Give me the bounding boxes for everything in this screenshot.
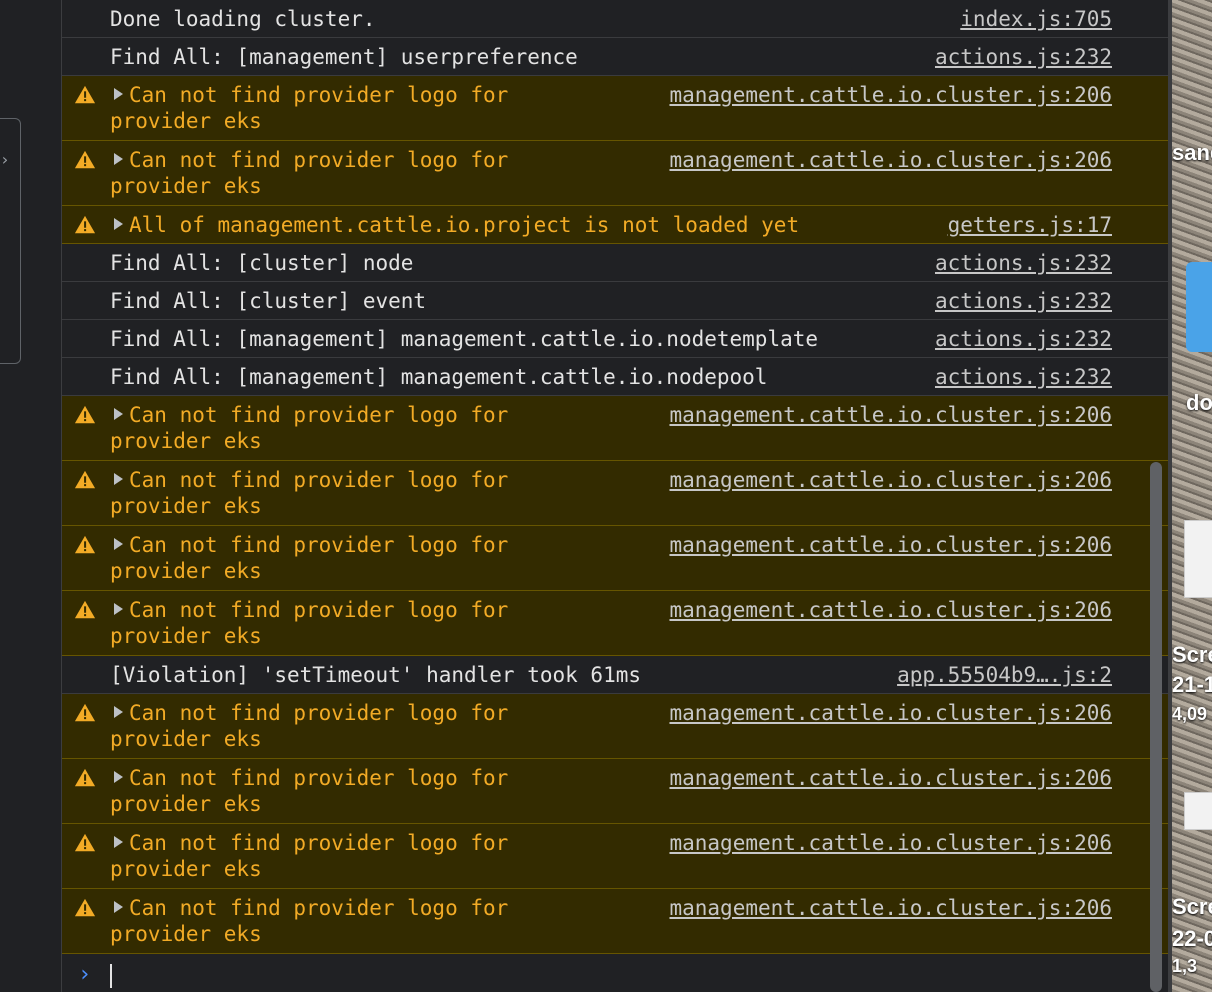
expand-triangle-icon[interactable] bbox=[114, 218, 123, 230]
scrollbar-thumb[interactable] bbox=[1150, 462, 1162, 992]
prompt-chevron-icon: › bbox=[78, 962, 92, 987]
expand-triangle-icon[interactable] bbox=[114, 706, 123, 718]
warning-icon bbox=[74, 897, 96, 919]
console-violation-row: [Violation] 'setTimeout' handler took 61… bbox=[62, 656, 1168, 694]
source-link[interactable]: management.cattle.io.cluster.js:206 bbox=[669, 467, 1112, 493]
console-log-row: Find All: [cluster] event actions.js:232 bbox=[62, 282, 1168, 320]
source-link[interactable]: management.cattle.io.cluster.js:206 bbox=[669, 895, 1112, 921]
expand-triangle-icon[interactable] bbox=[114, 473, 123, 485]
message-line: provider eks bbox=[110, 174, 262, 198]
message-line: Can not find provider logo for bbox=[129, 148, 509, 172]
message-line: provider eks bbox=[110, 494, 262, 518]
message-line: Can not find provider logo for bbox=[129, 468, 509, 492]
warning-icon bbox=[74, 84, 96, 106]
message-line: All of management.cattle.io.project is n… bbox=[129, 213, 800, 237]
devtools-left-panel: › bbox=[0, 0, 62, 992]
source-link[interactable]: management.cattle.io.cluster.js:206 bbox=[669, 700, 1112, 726]
desktop-label: 1,3 bbox=[1172, 956, 1198, 976]
warning-icon bbox=[74, 599, 96, 621]
expand-triangle-icon[interactable] bbox=[114, 901, 123, 913]
message-line: Can not find provider logo for bbox=[129, 83, 509, 107]
source-link[interactable]: actions.js:232 bbox=[935, 288, 1112, 314]
console-warning-row: Can not find provider logo for provider e… bbox=[62, 526, 1168, 591]
console-warning-row: All of management.cattle.io.project is n… bbox=[62, 206, 1168, 244]
desktop-label: 22-0 bbox=[1172, 926, 1212, 951]
expand-triangle-icon[interactable] bbox=[114, 771, 123, 783]
console-log-row: Done loading cluster. index.js:705 bbox=[62, 0, 1168, 38]
warning-icon bbox=[74, 214, 96, 236]
message-line: provider eks bbox=[110, 857, 262, 881]
message-line: Can not find provider logo for bbox=[129, 831, 509, 855]
console-warning-row: Can not find provider logo for provider e… bbox=[62, 824, 1168, 889]
source-link[interactable]: management.cattle.io.cluster.js:206 bbox=[669, 597, 1112, 623]
message-line: Can not find provider logo for bbox=[129, 403, 509, 427]
warning-icon bbox=[74, 767, 96, 789]
expand-triangle-icon[interactable] bbox=[114, 408, 123, 420]
source-link[interactable]: management.cattle.io.cluster.js:206 bbox=[669, 532, 1112, 558]
source-link[interactable]: management.cattle.io.cluster.js:206 bbox=[669, 82, 1112, 108]
source-link[interactable]: actions.js:232 bbox=[935, 44, 1112, 70]
message-line: provider eks bbox=[110, 429, 262, 453]
folder-icon[interactable] bbox=[1186, 262, 1212, 352]
expand-triangle-icon[interactable] bbox=[114, 836, 123, 848]
message-line: provider eks bbox=[110, 922, 262, 946]
desktop-background: sand do Scre 21-1 4,09 Scre 22-0 1,3 bbox=[1172, 0, 1212, 992]
console-warning-row: Can not find provider logo for provider e… bbox=[62, 141, 1168, 206]
message-line: Can not find provider logo for bbox=[129, 896, 509, 920]
message-line: provider eks bbox=[110, 109, 262, 133]
source-link[interactable]: management.cattle.io.cluster.js:206 bbox=[669, 147, 1112, 173]
warning-icon bbox=[74, 832, 96, 854]
warning-icon bbox=[74, 702, 96, 724]
source-link[interactable]: app.55504b9….js:2 bbox=[897, 662, 1112, 688]
console-log-row: Find All: [cluster] node actions.js:232 bbox=[62, 244, 1168, 282]
desktop-label: Scre bbox=[1172, 894, 1212, 919]
chevron-right-icon[interactable]: › bbox=[0, 150, 10, 169]
message-line: provider eks bbox=[110, 792, 262, 816]
console-warning-row: Can not find provider logo for provider e… bbox=[62, 396, 1168, 461]
desktop-label: 4,09 bbox=[1172, 704, 1208, 724]
source-link[interactable]: actions.js:232 bbox=[935, 364, 1112, 390]
console-prompt[interactable]: › bbox=[62, 954, 1168, 992]
console-warning-row: Can not find provider logo for provider e… bbox=[62, 461, 1168, 526]
warning-icon bbox=[74, 404, 96, 426]
desktop-label: do bbox=[1186, 390, 1212, 415]
console-warning-row: Can not find provider logo for provider e… bbox=[62, 76, 1168, 141]
console-log-row: Find All: [management] userpreference act… bbox=[62, 38, 1168, 76]
message-line: provider eks bbox=[110, 559, 262, 583]
console-warning-row: Can not find provider logo for provider e… bbox=[62, 759, 1168, 824]
message-line: Can not find provider logo for bbox=[129, 598, 509, 622]
warning-icon bbox=[74, 534, 96, 556]
desktop-label: sand bbox=[1172, 140, 1212, 165]
source-link[interactable]: index.js:705 bbox=[960, 6, 1112, 32]
console-log[interactable]: Done loading cluster. index.js:705 Find Al… bbox=[62, 0, 1168, 992]
expand-triangle-icon[interactable] bbox=[114, 603, 123, 615]
screenshot-thumbnail[interactable] bbox=[1184, 520, 1212, 598]
expand-triangle-icon[interactable] bbox=[114, 153, 123, 165]
source-link[interactable]: actions.js:232 bbox=[935, 250, 1112, 276]
expand-triangle-icon[interactable] bbox=[114, 538, 123, 550]
screenshot-thumbnail[interactable] bbox=[1184, 792, 1212, 830]
message-line: provider eks bbox=[110, 727, 262, 751]
console-log-row: Find All: [management] management.cattle… bbox=[62, 320, 1168, 358]
expand-triangle-icon[interactable] bbox=[114, 88, 123, 100]
source-link[interactable]: actions.js:232 bbox=[935, 326, 1112, 352]
source-link[interactable]: getters.js:17 bbox=[948, 212, 1112, 238]
source-link[interactable]: management.cattle.io.cluster.js:206 bbox=[669, 402, 1112, 428]
console-warning-row: Can not find provider logo for provider e… bbox=[62, 889, 1168, 954]
console-warning-row: Can not find provider logo for provider e… bbox=[62, 694, 1168, 759]
console-log-row: Find All: [management] management.cattle… bbox=[62, 358, 1168, 396]
warning-icon bbox=[74, 149, 96, 171]
desktop-label: 21-1 bbox=[1172, 672, 1212, 697]
text-caret bbox=[110, 964, 112, 988]
console-scrollbar[interactable] bbox=[1150, 462, 1164, 992]
source-link[interactable]: management.cattle.io.cluster.js:206 bbox=[669, 765, 1112, 791]
message-line: Can not find provider logo for bbox=[129, 701, 509, 725]
source-link[interactable]: management.cattle.io.cluster.js:206 bbox=[669, 830, 1112, 856]
desktop-label: Scre bbox=[1172, 642, 1212, 667]
message-line: Can not find provider logo for bbox=[129, 766, 509, 790]
warning-icon bbox=[74, 469, 96, 491]
console-warning-row: Can not find provider logo for provider e… bbox=[62, 591, 1168, 656]
message-line: provider eks bbox=[110, 624, 262, 648]
message-line: Can not find provider logo for bbox=[129, 533, 509, 557]
